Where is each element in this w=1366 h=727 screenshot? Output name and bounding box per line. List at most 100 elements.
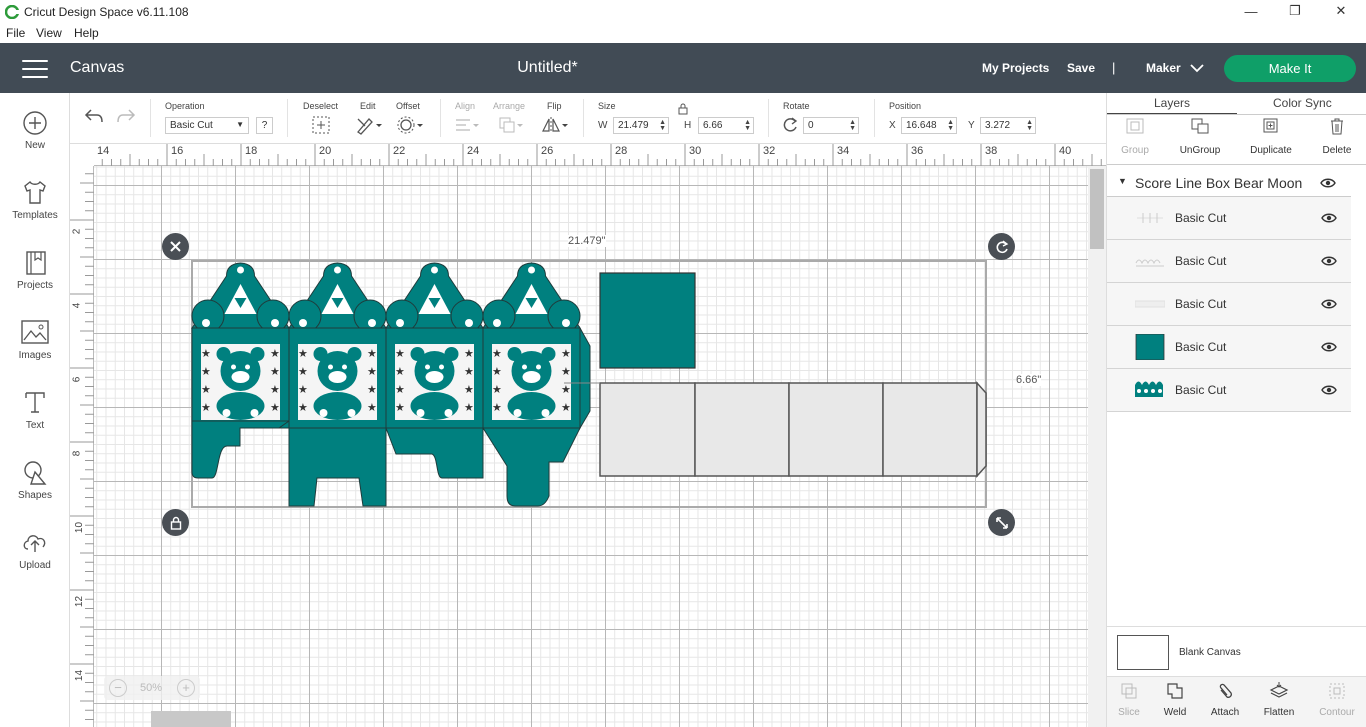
deselect-icon[interactable]: [311, 115, 331, 135]
edit-icon[interactable]: [355, 115, 383, 135]
ruler-left-label: 8: [71, 450, 83, 457]
ruler-left-label: 6: [71, 376, 83, 383]
ruler-top-label: 40: [1059, 145, 1072, 157]
rotate-input[interactable]: 0 ▲ ▼: [803, 117, 859, 134]
redo-icon[interactable]: [116, 107, 136, 125]
minimize-button[interactable]: —: [1241, 3, 1261, 19]
eye-icon[interactable]: [1320, 178, 1336, 188]
make-it-button[interactable]: Make It: [1224, 55, 1356, 82]
flatten-button[interactable]: Flatten: [1254, 681, 1304, 718]
teal-square-shape[interactable]: [599, 272, 696, 369]
tab-layers[interactable]: Layers: [1154, 96, 1190, 110]
trash-icon: [1331, 118, 1343, 135]
box-bottom-flap: [385, 427, 484, 479]
delete-label: Delete: [1322, 145, 1352, 156]
layer-group-header[interactable]: ▼ Score Line Box Bear Moon: [1107, 167, 1351, 197]
save-button[interactable]: Save: [1067, 61, 1095, 75]
machine-select[interactable]: Maker: [1146, 61, 1181, 75]
layer-name: Basic Cut: [1175, 254, 1227, 268]
rotate-handle[interactable]: [988, 233, 1015, 260]
zoom-in-button[interactable]: +: [177, 679, 195, 697]
operation-select[interactable]: Basic Cut ▼: [165, 117, 249, 134]
projects-icon: [26, 251, 46, 275]
score-line-strip[interactable]: [599, 381, 987, 478]
deselect-label: Deselect: [303, 101, 339, 111]
zoom-out-button[interactable]: −: [109, 679, 127, 697]
eye-icon[interactable]: [1321, 299, 1337, 309]
eye-icon[interactable]: [1321, 256, 1337, 266]
eye-icon[interactable]: [1321, 342, 1337, 352]
vertical-scrollbar[interactable]: [1088, 166, 1106, 727]
svg-text:★: ★: [201, 365, 211, 378]
design-canvas[interactable]: ★ ★ ★ ★ ★ ★ ★ ★ ★ ★ ★ ★ ★ ★ ★ ★ ★ ★ ★ ★ ★ ★ ★ ★ ★ ★ ★ ★ ★ ★ ★ ★ 21.479"…: [94, 166, 1088, 727]
ruler-top-label: 34: [837, 145, 850, 157]
weld-button[interactable]: Weld: [1150, 681, 1200, 718]
delete-selection-button[interactable]: [162, 233, 189, 260]
ruler-top-label: 24: [467, 145, 480, 157]
chevron-down-icon[interactable]: [1190, 63, 1204, 73]
layer-row[interactable]: Basic Cut: [1107, 283, 1351, 326]
eye-icon[interactable]: [1321, 213, 1337, 223]
edit-label: Edit: [360, 101, 376, 111]
offset-icon[interactable]: [396, 115, 424, 135]
arrange-icon: [499, 117, 523, 133]
flip-icon[interactable]: [541, 115, 569, 135]
text-t-icon: [25, 392, 45, 413]
y-position-input[interactable]: 3.272 ▲ ▼: [980, 117, 1036, 134]
nav-templates[interactable]: Templates: [0, 178, 70, 221]
lock-proportions-handle[interactable]: [162, 509, 189, 536]
menu-file[interactable]: File: [6, 26, 25, 40]
menu-view[interactable]: View: [36, 26, 62, 40]
nav-shapes[interactable]: Shapes: [0, 458, 70, 501]
width-input[interactable]: 21.479 ▲ ▼: [613, 117, 669, 134]
lock-aspect-icon[interactable]: [678, 103, 688, 115]
svg-text:★: ★: [395, 347, 405, 360]
box-bottom-flap: [288, 427, 387, 507]
nav-new[interactable]: New: [0, 110, 70, 151]
blank-canvas-swatch[interactable]: [1117, 635, 1169, 670]
nav-projects[interactable]: Projects: [0, 248, 70, 291]
tab-color-sync[interactable]: Color Sync: [1273, 96, 1332, 110]
horizontal-scroll-thumb[interactable]: [151, 711, 231, 727]
layer-row[interactable]: Basic Cut: [1107, 240, 1351, 283]
my-projects-link[interactable]: My Projects: [982, 61, 1049, 75]
nav-images[interactable]: Images: [0, 318, 70, 361]
box-bottom-flap: [482, 427, 581, 507]
resize-handle[interactable]: [988, 509, 1015, 536]
layer-row[interactable]: Basic Cut: [1107, 326, 1351, 369]
ruler-top-label: 32: [763, 145, 776, 157]
nav-upload[interactable]: Upload: [0, 528, 70, 571]
blank-canvas-row[interactable]: Blank Canvas: [1107, 626, 1366, 676]
box-bottom-flap: [191, 420, 291, 479]
width-value: 21.479: [618, 120, 649, 131]
x-value: 16.648: [906, 120, 937, 131]
bear-box-cutout[interactable]: ★ ★ ★ ★ ★ ★ ★ ★ ★ ★ ★ ★ ★ ★ ★ ★ ★ ★ ★ ★ ★ ★ ★ ★ ★ ★ ★ ★ ★ ★ ★ ★: [191, 262, 591, 507]
ruler-top-label: 14: [97, 145, 110, 157]
close-window-button[interactable]: ✕: [1331, 3, 1351, 19]
nav-text[interactable]: Text: [0, 388, 70, 431]
delete-button[interactable]: Delete: [1307, 117, 1366, 156]
maximize-button[interactable]: ❐: [1285, 3, 1305, 19]
ruler-left: 2 4 6 8 10 12 14: [70, 166, 94, 727]
ruler-top-label: 16: [171, 145, 184, 157]
x-position-input[interactable]: 16.648 ▲ ▼: [901, 117, 957, 134]
ungroup-button[interactable]: UnGroup: [1170, 117, 1230, 156]
eye-icon[interactable]: [1321, 385, 1337, 395]
svg-text:★: ★: [298, 401, 308, 414]
height-input[interactable]: 6.66 ▲ ▼: [698, 117, 754, 134]
duplicate-button[interactable]: Duplicate: [1241, 117, 1301, 156]
zoom-level: 50%: [140, 682, 163, 694]
attach-button[interactable]: Attach: [1200, 681, 1250, 718]
svg-text:★: ★: [492, 401, 502, 414]
operation-help-button[interactable]: ?: [256, 117, 273, 134]
layer-row[interactable]: Basic Cut: [1107, 197, 1351, 240]
collapse-caret-icon[interactable]: ▼: [1118, 176, 1127, 186]
layer-row[interactable]: Basic Cut: [1107, 369, 1351, 412]
undo-icon[interactable]: [84, 107, 104, 125]
nav-projects-label: Projects: [16, 280, 54, 291]
svg-text:★: ★: [492, 365, 502, 378]
menu-help[interactable]: Help: [74, 26, 99, 40]
nav-text-label: Text: [25, 420, 45, 431]
vertical-scroll-thumb[interactable]: [1090, 169, 1104, 249]
x-label: X: [889, 120, 896, 131]
